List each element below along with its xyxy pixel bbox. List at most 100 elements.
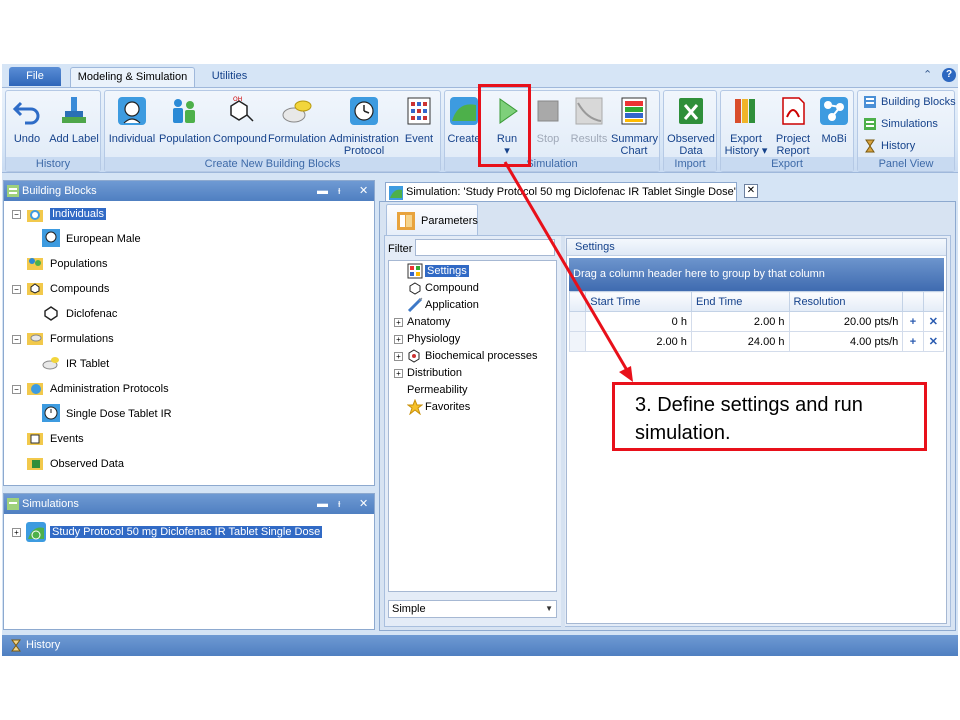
tab-parameters[interactable]: Parameters (386, 204, 478, 236)
biochemical-processes-icon (408, 349, 420, 363)
export-history-button[interactable]: Export History ▾ (723, 95, 769, 157)
tree-item-populations[interactable]: Populations (50, 256, 108, 272)
expand-physiology-icon[interactable]: + (394, 335, 403, 344)
add-row-icon[interactable]: + (902, 331, 924, 352)
panel-minimize-icon[interactable]: ▬ (317, 181, 328, 201)
expand-admin-protocols-icon[interactable]: − (12, 385, 21, 394)
project-report-button[interactable]: Project Report (771, 95, 815, 157)
row-indicator[interactable] (568, 331, 587, 352)
history-view-button[interactable]: History (863, 138, 915, 156)
cell-start-time[interactable]: 2.00 h (585, 331, 692, 352)
tree-item-european-male[interactable]: European Male (66, 231, 141, 247)
cell-start-time[interactable]: 0 h (585, 311, 692, 332)
add-label-button[interactable]: Add Label (48, 95, 100, 145)
formulation-button[interactable]: Formulation (267, 95, 327, 145)
tree-item-compounds-label: Compounds (50, 283, 110, 295)
remove-row-icon[interactable]: ✕ (922, 331, 945, 352)
sim-panel-pin-icon[interactable]: ᵻ (338, 494, 340, 514)
tree-item-formulations[interactable]: Formulations (50, 331, 114, 347)
event-button[interactable]: Event (401, 95, 437, 145)
events-folder-icon (27, 433, 43, 445)
compound-button[interactable]: OH Compound (213, 95, 267, 145)
sim-panel-minimize-icon[interactable]: ▬ (317, 494, 328, 514)
panel-close-icon[interactable]: ✕ (359, 181, 368, 201)
tree-item-ir-tablet[interactable]: IR Tablet (66, 356, 109, 372)
tree-item-diclofenac[interactable]: Diclofenac (66, 306, 117, 322)
tree-item-permeability[interactable]: Permeability (407, 382, 468, 398)
mobi-button[interactable]: MoBi (817, 95, 851, 145)
tree-item-events[interactable]: Events (50, 431, 84, 447)
stop-button[interactable]: Stop (531, 95, 565, 145)
observed-data-button[interactable]: Observed Data (666, 95, 716, 157)
tab-file[interactable]: File (9, 67, 61, 86)
simulations-header-icon (7, 498, 19, 510)
project-report-label-line1: Project (775, 133, 811, 145)
column-header-end-time[interactable]: End Time (690, 291, 790, 312)
simulations-title: Simulations (22, 498, 79, 510)
simulations-icon (864, 118, 876, 131)
individual-button[interactable]: Individual (107, 95, 157, 145)
add-row-icon[interactable]: + (902, 311, 924, 332)
cell-end-time[interactable]: 24.00 h (690, 331, 790, 352)
annotation-line1: 3. Define settings and run (635, 394, 863, 416)
expand-biochemical-icon[interactable]: + (394, 352, 403, 361)
expand-anatomy-icon[interactable]: + (394, 318, 403, 327)
column-header-resolution[interactable]: Resolution (788, 291, 904, 312)
splitter-handle[interactable] (561, 236, 565, 628)
population-icon (173, 99, 195, 123)
expand-compounds-icon[interactable]: − (12, 285, 21, 294)
tree-item-distribution[interactable]: Distribution (407, 365, 462, 381)
expand-distribution-icon[interactable]: + (394, 369, 403, 378)
pdf-icon (782, 97, 805, 125)
simulations-header: Simulations ▬ ᵻ ✕ (4, 494, 374, 514)
add-label-icon (62, 97, 86, 123)
administration-label-line2: Protocol (343, 145, 385, 157)
expand-simulation-icon[interactable]: + (12, 528, 21, 537)
tab-modeling-simulation[interactable]: Modeling & Simulation (70, 67, 195, 87)
cell-resolution[interactable]: 4.00 pts/h (788, 331, 904, 352)
history-panel-bar[interactable]: History (2, 635, 958, 656)
tree-item-compound[interactable]: Compound (425, 280, 479, 296)
sim-panel-close-icon[interactable]: ✕ (359, 494, 368, 514)
tree-item-biochemical-processes[interactable]: Biochemical processes (425, 348, 538, 364)
results-button[interactable]: Results (569, 95, 609, 145)
panel-pin-icon[interactable]: ᵻ (338, 181, 340, 201)
group-by-panel[interactable]: Drag a column header here to group by th… (569, 258, 944, 291)
building-blocks-view-button[interactable]: Building Blocks (863, 94, 956, 112)
simulation-document-tab[interactable]: Simulation: 'Study Protocol 50 mg Diclof… (385, 182, 758, 202)
view-mode-select[interactable]: Simple ▼ (388, 600, 557, 618)
simulations-view-button[interactable]: Simulations (863, 116, 938, 134)
expand-formulations-icon[interactable]: − (12, 335, 21, 344)
tree-item-individuals[interactable]: Individuals (50, 206, 106, 222)
observed-data-label-line2: Data (679, 145, 703, 157)
row-indicator[interactable] (568, 311, 587, 332)
tree-item-anatomy[interactable]: Anatomy (407, 314, 450, 330)
tree-item-observed-data[interactable]: Observed Data (50, 456, 124, 472)
cell-resolution[interactable]: 20.00 pts/h (788, 311, 904, 332)
summary-chart-button[interactable]: Summary Chart (611, 95, 659, 157)
tree-item-settings[interactable]: Settings (425, 263, 469, 279)
simulation-item[interactable]: Study Protocol 50 mg Diclofenac IR Table… (50, 524, 323, 540)
administration-protocol-button[interactable]: Administration Protocol (329, 95, 399, 157)
help-icon[interactable]: ? (942, 68, 956, 82)
summary-chart-label-line1: Summary (611, 133, 659, 145)
tree-item-administration-protocols[interactable]: Administration Protocols (50, 381, 169, 397)
expand-individuals-icon[interactable]: − (12, 210, 21, 219)
tree-item-physiology[interactable]: Physiology (407, 331, 460, 347)
tree-item-compounds[interactable]: Compounds (50, 281, 109, 297)
tree-item-application[interactable]: Application (425, 297, 479, 313)
column-header-start-time[interactable]: Start Time (585, 291, 692, 312)
tree-item-single-dose-tablet-ir[interactable]: Single Dose Tablet IR (66, 406, 172, 422)
population-button[interactable]: Population (159, 95, 211, 145)
collapse-ribbon-icon[interactable]: ⌃ (923, 68, 932, 81)
filter-input[interactable] (415, 239, 555, 256)
tree-item-single-dose-tablet-ir-label: Single Dose Tablet IR (66, 408, 172, 420)
cell-end-time[interactable]: 2.00 h (690, 311, 790, 332)
remove-row-icon[interactable]: ✕ (922, 311, 945, 332)
undo-button[interactable]: Undo (10, 95, 44, 145)
tab-utilities[interactable]: Utilities (202, 67, 257, 87)
tree-item-favorites[interactable]: Favorites (425, 399, 470, 415)
create-simulation-button[interactable]: Create (446, 95, 482, 145)
close-document-icon[interactable]: ✕ (744, 184, 758, 198)
tree-item-individuals-label: Individuals (50, 208, 106, 220)
